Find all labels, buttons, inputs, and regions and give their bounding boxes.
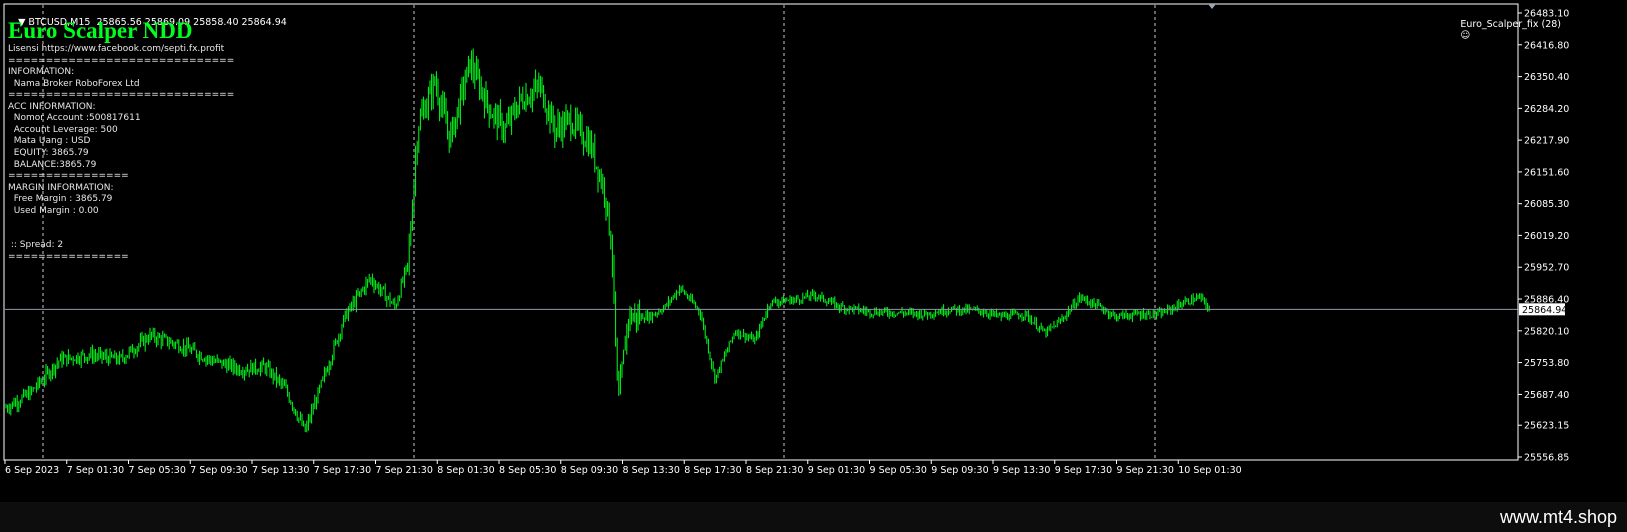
time-axis-label: 7 Sep 13:30 [252, 465, 309, 476]
info-line: Used Margin : 0.00 [8, 205, 99, 216]
time-axis-label: 8 Sep 21:30 [746, 465, 803, 476]
info-line: ================ [8, 171, 129, 182]
chart-shift-marker-icon[interactable] [1208, 4, 1216, 9]
time-axis-label: 9 Sep 17:30 [1055, 465, 1112, 476]
ea-name: Euro_Scalper_fix (28) [1460, 19, 1561, 30]
info-line: Free Margin : 3865.79 [8, 194, 113, 205]
price-axis-label: 26284.20 [1524, 104, 1569, 115]
info-line: ACC INFORMATION: [8, 101, 96, 112]
current-price-label: 25864.94 [1522, 305, 1567, 316]
ea-panel-title: Euro Scalper NDD [8, 18, 193, 43]
price-axis-label: 26085.30 [1524, 199, 1569, 210]
price-axis-label: 25820.10 [1524, 326, 1569, 337]
info-line: BALANCE:3865.79 [8, 159, 97, 170]
time-axis-label: 9 Sep 21:30 [1117, 465, 1174, 476]
time-axis-label: 7 Sep 09:30 [190, 465, 247, 476]
info-line: ============================== [8, 55, 235, 66]
info-line: EQUITY: 3865.79 [8, 147, 89, 158]
time-axis-label: 9 Sep 13:30 [993, 465, 1050, 476]
info-line: Account Leverage: 500 [8, 124, 118, 135]
info-line: Lisensi https://www.facebook.com/septi.f… [8, 44, 225, 54]
chart-window[interactable]: 26483.10 26416.80 26350.40 26284.20 26217.90… [0, 0, 1627, 502]
info-line: INFORMATION: [8, 67, 75, 78]
price-axis-label: 25753.80 [1524, 358, 1569, 369]
price-chart[interactable]: 26483.1026416.8026350.4026284.2026217.90… [0, 0, 1627, 502]
time-axis-label: 9 Sep 09:30 [931, 465, 988, 476]
time-axis-label: 8 Sep 09:30 [561, 465, 618, 476]
time-axis-label: 7 Sep 01:30 [67, 465, 124, 476]
chart-frame [3, 3, 1519, 461]
info-line: Mata Uang : USD [8, 136, 91, 147]
price-axis-label: 26217.90 [1524, 136, 1569, 147]
time-axis-label: 7 Sep 21:30 [376, 465, 433, 476]
time-axis-label: 9 Sep 05:30 [870, 465, 927, 476]
footer-bar: www.mt4.shop [0, 502, 1627, 532]
price-axis-label: 25687.40 [1524, 390, 1569, 401]
price-axis-label: 26151.60 [1524, 167, 1569, 178]
info-line: Nomor Account :500817611 [8, 113, 141, 124]
time-axis-label: 8 Sep 13:30 [623, 465, 680, 476]
info-line: ================ [8, 251, 129, 262]
info-line: ============================== [8, 90, 235, 101]
price-axis-label: 25556.85 [1524, 453, 1569, 464]
time-axis-label: 8 Sep 17:30 [684, 465, 741, 476]
info-line: Nama Broker RoboForex Ltd [8, 78, 140, 89]
price-axis-label: 25623.15 [1524, 421, 1569, 432]
time-axis-label: 7 Sep 17:30 [314, 465, 371, 476]
price-axis-label: 25952.70 [1524, 263, 1569, 274]
price-axis-label: 26350.40 [1524, 72, 1569, 83]
info-line: MARGIN INFORMATION: [8, 182, 114, 193]
time-axis-label: 8 Sep 05:30 [499, 465, 556, 476]
time-axis-label: 9 Sep 01:30 [808, 465, 865, 476]
expert-advisor-label[interactable]: Euro_Scalper_fix (28) ☺ [1448, 8, 1561, 52]
time-axis-label: 10 Sep 01:30 [1178, 465, 1241, 476]
watermark-text: www.mt4.shop [1499, 507, 1617, 527]
price-axis-label: 26019.20 [1524, 231, 1569, 242]
time-axis-label: 8 Sep 01:30 [437, 465, 494, 476]
info-line: :: Spread: 2 [8, 240, 64, 251]
time-axis-label: 7 Sep 05:30 [129, 465, 186, 476]
time-axis-label: 6 Sep 2023 [5, 465, 59, 476]
smiley-icon: ☺ [1460, 30, 1471, 41]
